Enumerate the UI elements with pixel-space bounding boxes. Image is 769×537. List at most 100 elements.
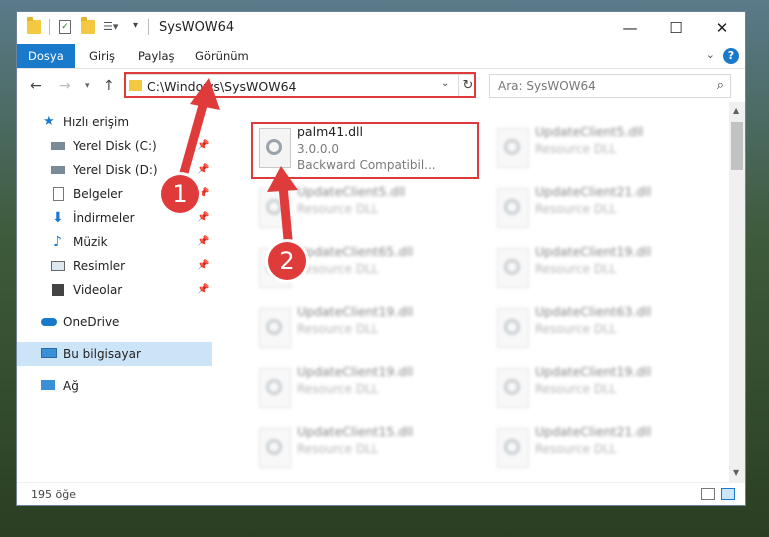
file-description: Resource DLL (297, 322, 379, 336)
pin-icon[interactable]: 📌 (197, 278, 209, 302)
tab-paylas[interactable]: Paylaş (138, 44, 175, 68)
file-description: Resource DLL (297, 382, 379, 396)
address-highlight-box (124, 72, 476, 98)
customize-icon[interactable]: ☰▾ (103, 20, 118, 33)
file-description: Resource DLL (535, 202, 617, 216)
recent-locations-icon[interactable]: ▾ (85, 81, 90, 91)
step-2-badge: 2 (268, 242, 306, 280)
file-name: UpdateClient19.dll (535, 244, 652, 259)
file-description: Resource DLL (535, 262, 617, 276)
title-bar: ✓ ☰▾ ▾ SysWOW64 — ☐ ✕ (17, 12, 745, 44)
dll-file-icon (497, 188, 529, 228)
file-item[interactable]: UpdateClient63.dll Resource DLL (491, 300, 711, 356)
download-icon: ⬇ (52, 210, 64, 226)
drive-icon (51, 166, 65, 174)
file-item[interactable]: UpdateClient19.dll Resource DLL (491, 240, 711, 296)
scroll-down-icon[interactable]: ▼ (733, 468, 739, 477)
sidebar-item-label: Hızlı erişim (63, 115, 130, 129)
up-arrow-icon[interactable]: ↑ (103, 78, 115, 94)
sidebar-item-network[interactable]: Ağ (17, 374, 212, 398)
document-icon (53, 187, 64, 201)
file-name: UpdateClient21.dll (535, 184, 652, 199)
file-description: Resource DLL (535, 142, 617, 156)
tab-giris[interactable]: Giriş (89, 44, 115, 68)
file-item[interactable]: UpdateClient5.dll Resource DLL (253, 180, 473, 236)
navigation-pane: ★ Hızlı erişim Yerel Disk (C:) 📌 Yerel D… (17, 102, 212, 482)
sidebar-item-label: Videolar (73, 283, 123, 297)
sidebar-item-disk-c[interactable]: Yerel Disk (C:) 📌 (17, 134, 212, 158)
details-view-icon[interactable] (701, 488, 715, 500)
file-name: UpdateClient65.dll (297, 244, 414, 259)
file-item[interactable]: UpdateClient19.dll Resource DLL (253, 360, 473, 416)
sidebar-item-music[interactable]: ♪ Müzik 📌 (17, 230, 212, 254)
dll-file-icon (259, 368, 291, 408)
back-arrow-icon[interactable]: ← (30, 78, 42, 94)
search-icon[interactable]: ⌕ (717, 78, 724, 93)
sidebar-item-label: Müzik (73, 235, 108, 249)
sidebar-item-label: Ağ (63, 379, 79, 393)
file-name: UpdateClient15.dll (297, 424, 414, 439)
new-folder-icon[interactable] (81, 17, 95, 34)
file-item[interactable]: UpdateClient21.dll Resource DLL (491, 420, 711, 476)
pin-icon[interactable]: 📌 (197, 254, 209, 278)
file-description: Resource DLL (535, 382, 617, 396)
cloud-icon (41, 318, 57, 326)
sidebar-item-this-pc[interactable]: Bu bilgisayar (17, 342, 212, 366)
properties-icon[interactable]: ✓ (59, 20, 71, 34)
tab-dosya[interactable]: Dosya (17, 44, 75, 68)
expand-ribbon-icon[interactable]: ⌄ (706, 48, 715, 61)
file-description: Resource DLL (297, 442, 379, 456)
pin-icon[interactable]: 📌 (197, 206, 209, 230)
file-name: UpdateClient5.dll (535, 124, 644, 139)
separator (49, 19, 50, 35)
navigation-bar: ← → ▾ ↑ C:\Windows\SysWOW64 ⌄ ↻ Ara: Sys… (17, 68, 745, 103)
dll-file-icon (497, 248, 529, 288)
star-icon: ★ (43, 114, 55, 129)
file-list: palm41.dll 3.0.0.0 Backward Compatibil..… (221, 102, 729, 482)
file-item[interactable]: UpdateClient5.dll Resource DLL (491, 120, 711, 176)
dll-file-icon (259, 188, 291, 228)
tab-gorunum[interactable]: Görünüm (195, 44, 249, 68)
forward-arrow-icon[interactable]: → (59, 78, 71, 94)
status-bar: 195 öğe (17, 482, 745, 505)
file-name: UpdateClient19.dll (535, 364, 652, 379)
music-icon: ♪ (53, 234, 62, 250)
folder-icon (27, 17, 41, 34)
scroll-up-icon[interactable]: ▲ (733, 106, 739, 115)
search-input[interactable]: Ara: SysWOW64 (498, 79, 596, 93)
file-item[interactable]: UpdateClient19.dll Resource DLL (253, 300, 473, 356)
vertical-scrollbar[interactable]: ▲ ▼ (729, 102, 745, 482)
sidebar-item-onedrive[interactable]: OneDrive (17, 310, 212, 334)
sidebar-item-pictures[interactable]: Resimler 📌 (17, 254, 212, 278)
item-count: 195 öğe (31, 488, 76, 501)
file-name: UpdateClient63.dll (535, 304, 652, 319)
quick-access-dropdown-icon[interactable]: ▾ (133, 20, 138, 31)
ribbon-tabs: Dosya Giriş Paylaş Görünüm ⌄ ? (17, 44, 745, 68)
pin-icon[interactable]: 📌 (197, 230, 209, 254)
dll-file-icon (259, 308, 291, 348)
sidebar-item-videos[interactable]: Videolar 📌 (17, 278, 212, 302)
help-button[interactable]: ? (723, 48, 739, 64)
network-icon (41, 380, 55, 390)
search-box[interactable]: Ara: SysWOW64 ⌕ (489, 74, 731, 98)
sidebar-item-label: Resimler (73, 259, 126, 273)
separator (148, 19, 149, 35)
close-button[interactable]: ✕ (699, 12, 745, 44)
maximize-button[interactable]: ☐ (653, 12, 699, 44)
dll-file-icon (497, 128, 529, 168)
file-highlight-box (251, 122, 479, 179)
file-name: UpdateClient19.dll (297, 364, 414, 379)
file-item[interactable]: UpdateClient19.dll Resource DLL (491, 360, 711, 416)
file-item[interactable]: UpdateClient15.dll Resource DLL (253, 420, 473, 476)
sidebar-item-quick-access[interactable]: ★ Hızlı erişim (17, 110, 212, 134)
file-item[interactable]: UpdateClient21.dll Resource DLL (491, 180, 711, 236)
scrollbar-thumb[interactable] (731, 122, 743, 170)
tiles-view-icon[interactable] (721, 488, 735, 500)
minimize-button[interactable]: — (607, 12, 653, 44)
pin-icon[interactable]: 📌 (197, 134, 209, 158)
dll-file-icon (497, 308, 529, 348)
pictures-icon (51, 261, 65, 271)
computer-icon (41, 348, 57, 358)
pin-icon[interactable]: 📌 (197, 158, 209, 182)
sidebar-item-label: OneDrive (63, 315, 120, 329)
